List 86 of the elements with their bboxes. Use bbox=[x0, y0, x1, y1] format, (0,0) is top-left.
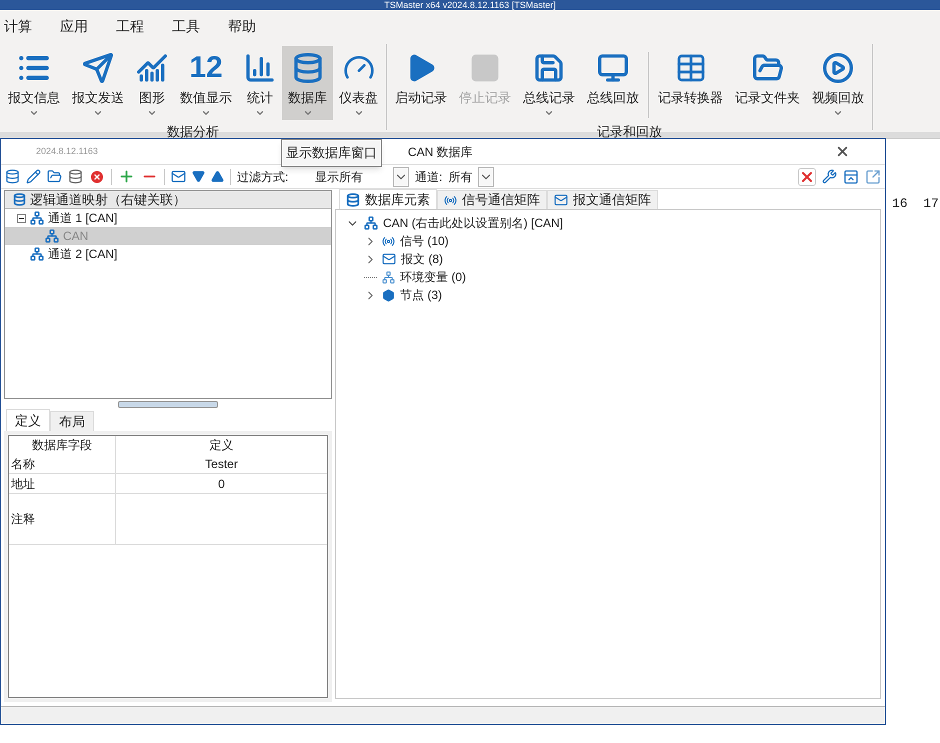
network-icon bbox=[30, 247, 44, 261]
tree-item[interactable]: 通道 2 [CAN] bbox=[5, 245, 331, 263]
cube-icon bbox=[382, 288, 395, 302]
tree-header-text: 逻辑通道映射（右键关联） bbox=[30, 190, 186, 209]
ribbon-button[interactable]: 记录文件夹 bbox=[729, 46, 806, 120]
column-header: 数据库字段 bbox=[9, 436, 116, 454]
chevron-down-icon[interactable] bbox=[393, 166, 409, 186]
panel-title: CAN 数据库 bbox=[408, 144, 474, 160]
tree-item[interactable]: CAN (右击此处以设置别名) [CAN] bbox=[346, 214, 880, 232]
menu-item[interactable]: 帮助 bbox=[228, 16, 256, 36]
network-icon bbox=[30, 211, 44, 225]
filter-label: 过滤方式: bbox=[237, 168, 290, 186]
version-label: 2024.8.12.1163 bbox=[36, 144, 98, 158]
ribbon-button[interactable]: 报文发送 bbox=[66, 46, 130, 120]
table-cell-text: 0 bbox=[218, 476, 225, 492]
up-icon[interactable] bbox=[211, 170, 224, 183]
channel-dropdown[interactable]: 所有 bbox=[448, 166, 494, 187]
chevron-down-icon[interactable] bbox=[478, 166, 494, 186]
ribbon-button[interactable]: 图形 bbox=[130, 46, 174, 120]
tab[interactable]: 报文通信矩阵 bbox=[547, 190, 658, 209]
delete-icon[interactable] bbox=[89, 168, 105, 184]
tab[interactable]: 定义 bbox=[6, 409, 50, 431]
ribbon-button[interactable]: 12 数值显示 bbox=[174, 46, 238, 120]
number-icon: 12 bbox=[189, 53, 223, 83]
stop-icon bbox=[469, 52, 501, 84]
edit-database-icon[interactable] bbox=[26, 169, 41, 184]
group-label: 数据分析 bbox=[167, 123, 219, 141]
message-icon[interactable] bbox=[171, 169, 186, 184]
tree-item[interactable]: 通道 1 [CAN] bbox=[5, 209, 331, 227]
envelope-icon bbox=[554, 193, 568, 207]
channel-label: 通道: bbox=[415, 168, 442, 186]
network-icon bbox=[364, 216, 378, 230]
filter-dropdown[interactable]: 显示所有 bbox=[315, 166, 409, 187]
column-numbers: 16 17 bbox=[892, 196, 939, 211]
database-icon bbox=[292, 52, 324, 84]
table-cell-text: 名称 bbox=[11, 456, 35, 472]
tree-item[interactable]: 环境变量 (0) bbox=[346, 268, 880, 286]
chart-icon bbox=[136, 52, 168, 84]
menu-item[interactable]: 工程 bbox=[116, 16, 144, 36]
folder-icon[interactable] bbox=[47, 169, 62, 184]
ribbon-button[interactable]: 视频回放 bbox=[806, 46, 870, 120]
ribbon-button[interactable]: 统计 bbox=[238, 46, 282, 120]
tree-item[interactable]: 信号 (10) bbox=[346, 232, 880, 250]
column-header: 定义 bbox=[208, 437, 234, 454]
collapse-icon[interactable] bbox=[17, 214, 26, 222]
signal-icon bbox=[382, 234, 395, 248]
database-icon bbox=[13, 193, 26, 206]
table-cell-text: Tester bbox=[205, 456, 238, 472]
table-icon bbox=[674, 52, 706, 84]
ribbon-button[interactable]: 总线记录 bbox=[517, 46, 581, 120]
ribbon-button[interactable]: 仪表盘 bbox=[333, 46, 384, 120]
tree-item[interactable]: 节点 (3) bbox=[346, 286, 880, 304]
signal-icon bbox=[444, 194, 457, 206]
wrench-icon[interactable] bbox=[822, 169, 837, 184]
table-cell-text: 注释 bbox=[11, 511, 35, 528]
menu-item[interactable]: 应用 bbox=[60, 16, 88, 36]
close-icon[interactable] bbox=[835, 144, 850, 159]
group-label: 记录和回放 bbox=[597, 123, 662, 141]
tab[interactable]: 数据库元素 bbox=[339, 189, 437, 209]
add-database-icon[interactable] bbox=[5, 169, 20, 184]
ribbon-button[interactable]: 总线回放 bbox=[581, 46, 645, 120]
add-icon[interactable] bbox=[118, 168, 135, 185]
down-icon[interactable] bbox=[192, 170, 205, 183]
clear-icon[interactable] bbox=[798, 168, 816, 186]
paper-plane-icon bbox=[82, 52, 114, 84]
tab[interactable]: 信号通信矩阵 bbox=[437, 190, 547, 209]
tree-item[interactable]: 报文 (8) bbox=[346, 250, 880, 268]
database-icon bbox=[346, 192, 360, 206]
ribbon-button[interactable]: 数据库 bbox=[282, 46, 333, 120]
window-title: TSMaster x64 v2024.8.12.1163 [TSMaster] bbox=[384, 0, 556, 10]
remove-database-icon[interactable] bbox=[68, 169, 83, 184]
ribbon-button[interactable]: 启动记录 bbox=[389, 46, 453, 120]
ribbon-button[interactable]: 记录转换器 bbox=[652, 46, 729, 120]
ribbon-button[interactable]: 报文信息 bbox=[2, 46, 66, 120]
menu-item[interactable]: 工具 bbox=[172, 16, 200, 36]
network-icon bbox=[45, 229, 59, 243]
table-cell-text: 地址 bbox=[11, 476, 35, 492]
play-circle-icon bbox=[822, 52, 854, 84]
splitter-handle[interactable] bbox=[118, 400, 218, 408]
tab[interactable]: 布局 bbox=[50, 411, 94, 431]
screen-icon bbox=[597, 52, 629, 84]
message-icon bbox=[382, 252, 396, 266]
tooltip: 显示数据库窗口 bbox=[281, 139, 382, 166]
menu-item[interactable]: 计算 bbox=[4, 16, 32, 36]
undock-icon[interactable] bbox=[865, 168, 881, 184]
bar-chart-icon bbox=[244, 52, 276, 84]
